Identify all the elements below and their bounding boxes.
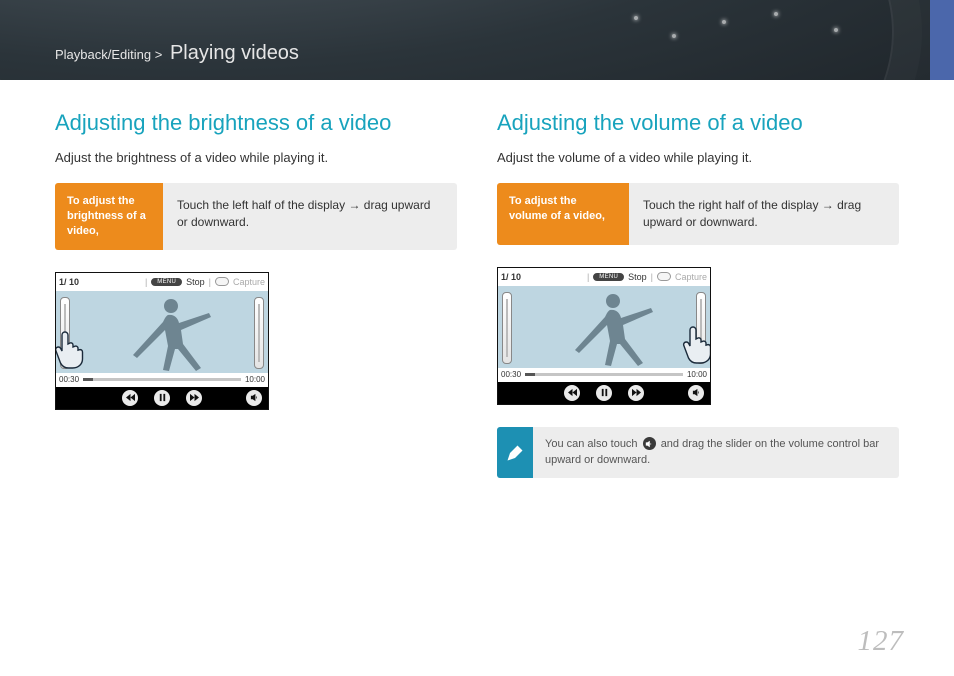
player-controls <box>498 382 710 404</box>
time-total: 10:00 <box>687 370 707 379</box>
page-header: Playback/Editing > Playing videos <box>0 0 954 80</box>
player-controls <box>56 387 268 409</box>
lead-volume: Adjust the volume of a video while playi… <box>497 150 899 165</box>
fast-forward-button[interactable] <box>186 390 202 406</box>
tip-note: You can also touch and drag the slider o… <box>497 427 899 479</box>
instruction-label: To adjust the volume of a video, <box>497 183 629 245</box>
volume-button[interactable] <box>246 390 262 406</box>
instruction-box-brightness: To adjust the brightness of a video, Tou… <box>55 183 457 250</box>
volume-slider-inactive[interactable] <box>254 297 264 369</box>
stop-label[interactable]: Stop <box>186 277 205 287</box>
breadcrumb: Playback/Editing > Playing videos <box>55 42 299 65</box>
column-brightness: Adjusting the brightness of a video Adju… <box>55 110 457 478</box>
player-viewport[interactable] <box>498 286 710 368</box>
capture-chip-icon[interactable] <box>215 277 229 286</box>
rewind-button[interactable] <box>122 390 138 406</box>
player-topbar: 1/ 10 | MENU Stop | Capture <box>498 268 710 286</box>
finger-pointer-icon <box>682 324 710 364</box>
breadcrumb-section: Playback/Editing <box>55 47 151 62</box>
seek-track[interactable] <box>525 373 683 376</box>
capture-chip-icon[interactable] <box>657 272 671 281</box>
player-topbar: 1/ 10 | MENU Stop | Capture <box>56 273 268 291</box>
instruction-box-volume: To adjust the volume of a video, Touch t… <box>497 183 899 245</box>
column-volume: Adjusting the volume of a video Adjust t… <box>497 110 899 478</box>
tip-text: You can also touch and drag the slider o… <box>533 427 899 479</box>
tip-text-pre: You can also touch <box>545 438 638 450</box>
decorative-stars <box>624 6 884 66</box>
instruction-body: Touch the left half of the display → dra… <box>163 183 457 250</box>
breadcrumb-separator: > <box>155 47 163 62</box>
player-preview-brightness: 1/ 10 | MENU Stop | Capture 00:30 <box>55 272 269 410</box>
player-preview-volume: 1/ 10 | MENU Stop | Capture 00:30 <box>497 267 711 405</box>
capture-label[interactable]: Capture <box>675 272 707 282</box>
breadcrumb-title: Playing videos <box>170 42 299 64</box>
time-elapsed: 00:30 <box>59 375 79 384</box>
fast-forward-button[interactable] <box>628 385 644 401</box>
volume-icon <box>643 437 656 450</box>
volume-button[interactable] <box>688 385 704 401</box>
menu-chip[interactable]: MENU <box>593 273 624 281</box>
time-elapsed: 00:30 <box>501 370 521 379</box>
chapter-tab <box>930 0 954 80</box>
finger-pointer-icon <box>56 329 84 369</box>
capture-label[interactable]: Capture <box>233 277 265 287</box>
time-total: 10:00 <box>245 375 265 384</box>
instruction-body: Touch the right half of the display → dr… <box>629 183 899 245</box>
brightness-slider-inactive[interactable] <box>502 292 512 364</box>
player-viewport[interactable] <box>56 291 268 373</box>
dancer-silhouette-icon <box>558 288 668 368</box>
seek-track[interactable] <box>83 378 241 381</box>
pause-button[interactable] <box>596 385 612 401</box>
clip-counter: 1/ 10 <box>59 277 79 287</box>
stop-label[interactable]: Stop <box>628 272 647 282</box>
page-number: 127 <box>858 625 905 658</box>
player-timebar[interactable]: 00:30 10:00 <box>498 368 710 382</box>
rewind-button[interactable] <box>564 385 580 401</box>
dancer-silhouette-icon <box>116 293 226 373</box>
heading-volume: Adjusting the volume of a video <box>497 110 899 136</box>
menu-chip[interactable]: MENU <box>151 278 182 286</box>
lead-brightness: Adjust the brightness of a video while p… <box>55 150 457 165</box>
heading-brightness: Adjusting the brightness of a video <box>55 110 457 136</box>
pen-tip-icon <box>497 427 533 479</box>
player-timebar[interactable]: 00:30 10:00 <box>56 373 268 387</box>
clip-counter: 1/ 10 <box>501 272 521 282</box>
instruction-label: To adjust the brightness of a video, <box>55 183 163 250</box>
pause-button[interactable] <box>154 390 170 406</box>
